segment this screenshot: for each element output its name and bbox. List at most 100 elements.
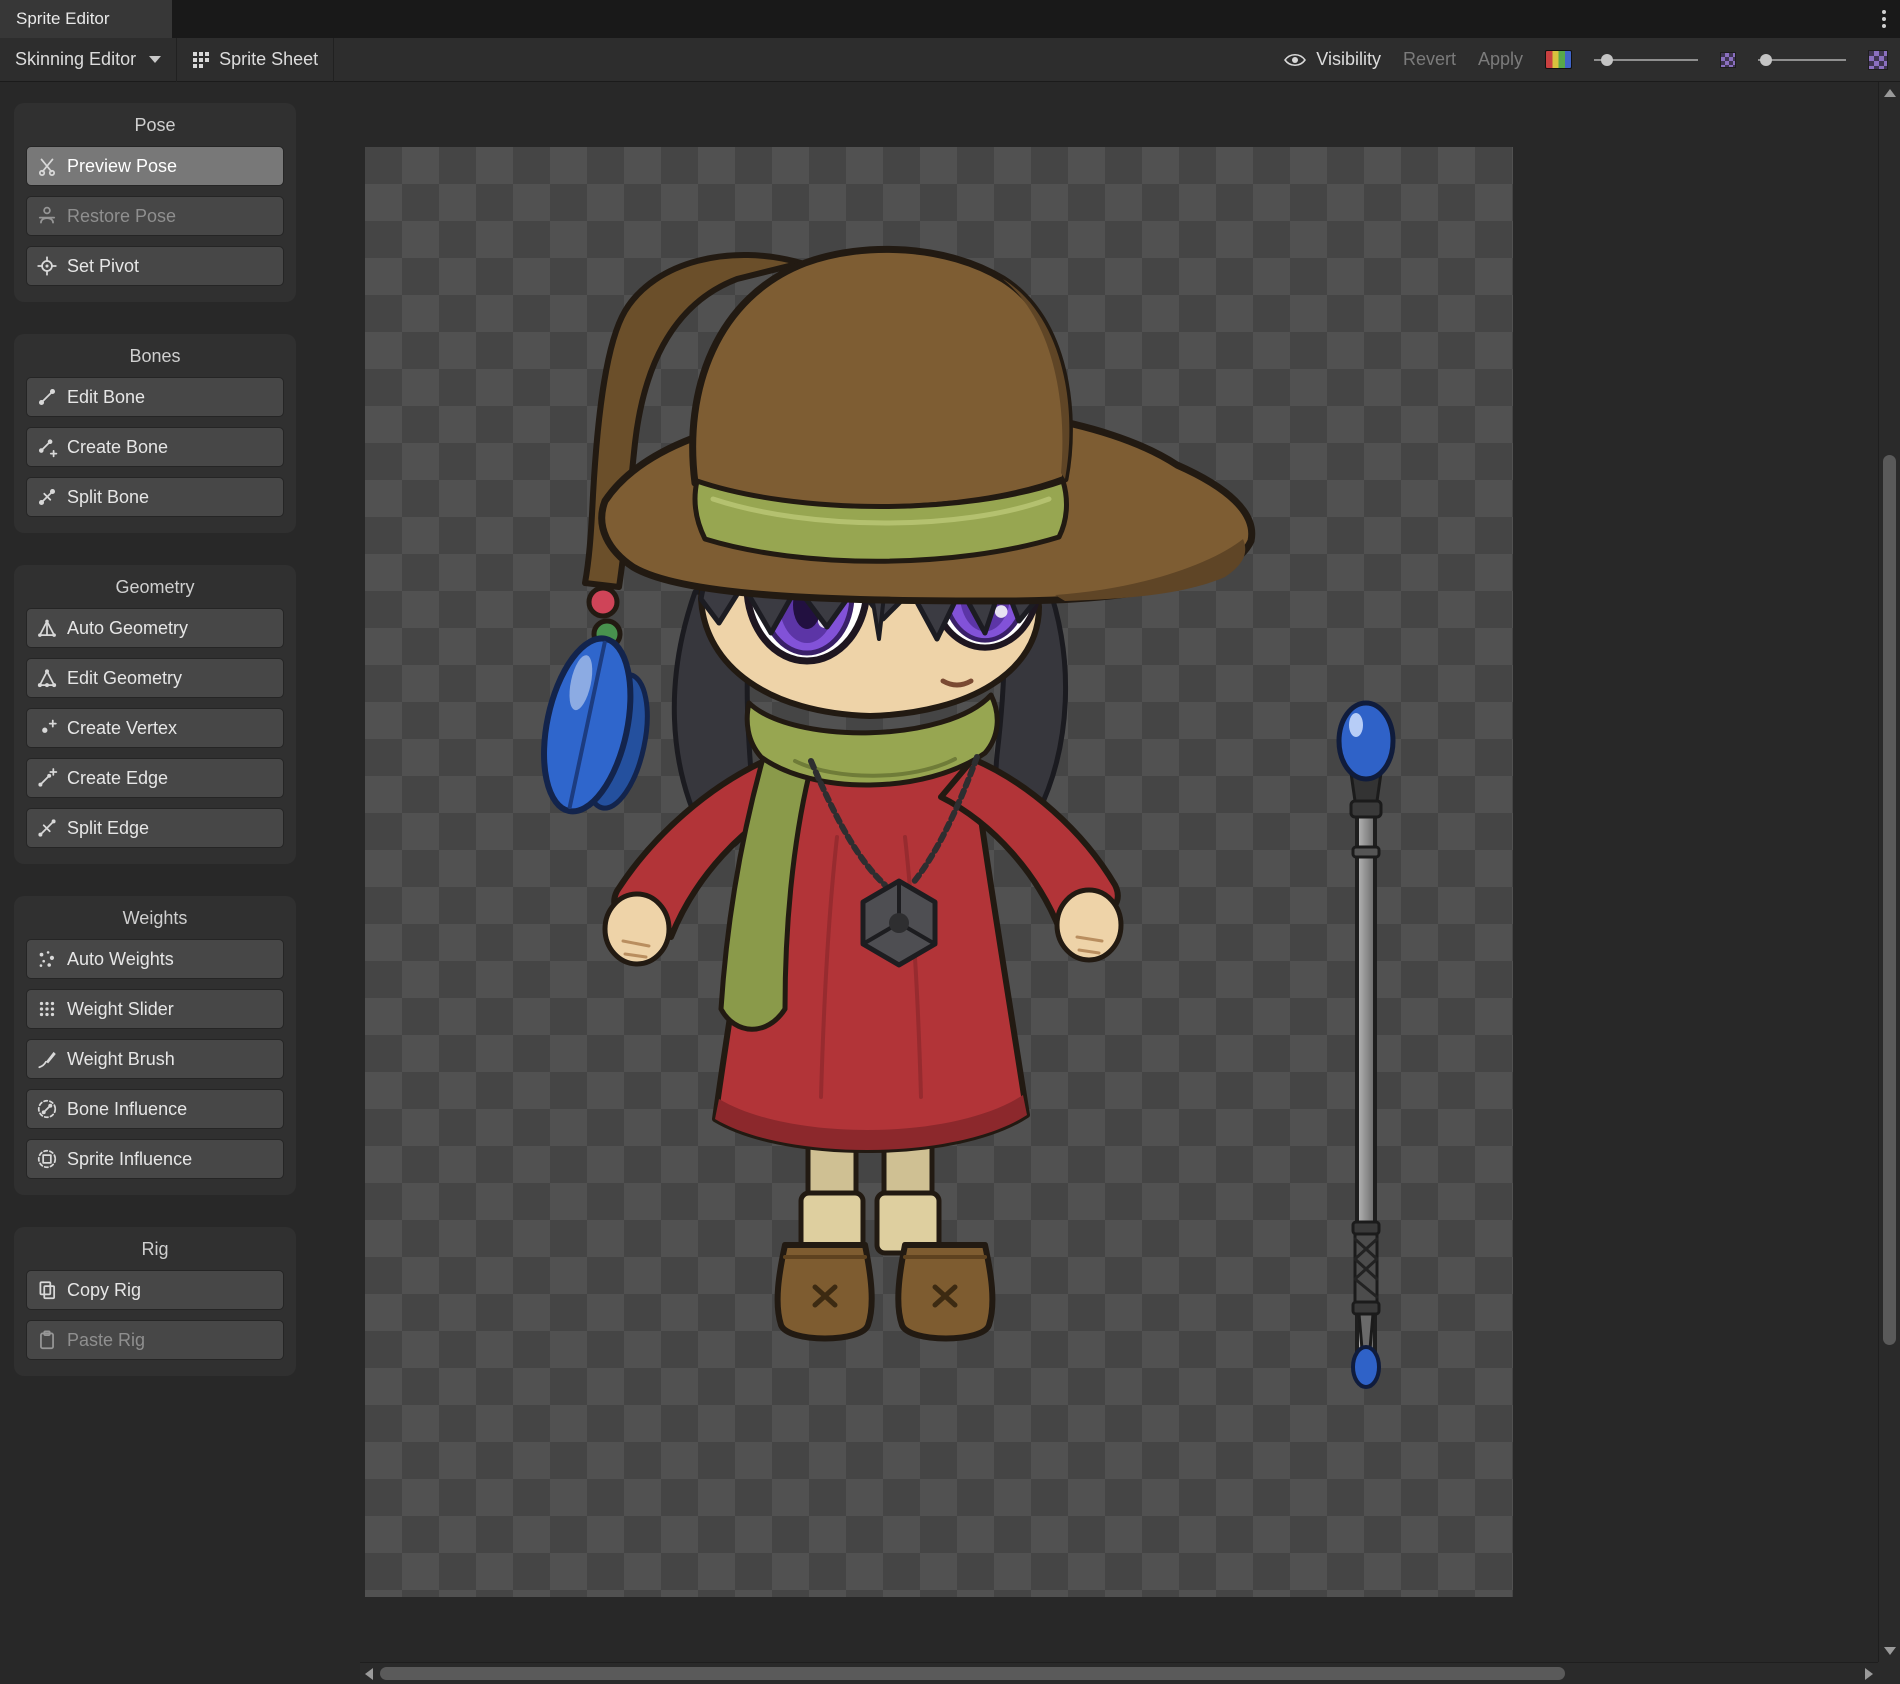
button-label: Weight Slider [67, 999, 174, 1020]
button-label: Auto Weights [67, 949, 174, 970]
create-edge-icon [36, 767, 58, 789]
restore-pose-icon [36, 205, 58, 227]
preview-pose-icon [36, 155, 58, 177]
restore-pose-button[interactable]: Restore Pose [26, 196, 284, 236]
scroll-right-arrow-icon[interactable] [1865, 1668, 1873, 1680]
button-label: Preview Pose [67, 156, 177, 177]
split-bone-icon [36, 486, 58, 508]
scroll-left-arrow-icon[interactable] [365, 1668, 373, 1680]
button-label: Sprite Influence [67, 1149, 192, 1170]
mode-dropdown-label: Skinning Editor [15, 49, 136, 70]
vertical-scrollbar[interactable] [1878, 82, 1900, 1662]
button-label: Split Bone [67, 487, 149, 508]
auto-weights-button[interactable]: Auto Weights [26, 939, 284, 979]
create-bone-button[interactable]: Create Bone [26, 427, 284, 467]
slider-knob[interactable] [1760, 54, 1772, 66]
sprite-editor-window: Sprite Editor Skinning Editor Sprite She… [0, 0, 1900, 1684]
vertical-scroll-thumb[interactable] [1883, 455, 1896, 1345]
auto-geometry-button[interactable]: Auto Geometry [26, 608, 284, 648]
mode-dropdown[interactable]: Skinning Editor [0, 38, 176, 81]
split-bone-button[interactable]: Split Bone [26, 477, 284, 517]
visibility-label: Visibility [1316, 49, 1381, 70]
visibility-button[interactable]: Visibility [1283, 49, 1381, 70]
section-geometry: Geometry Auto Geometry Edit Geometry [14, 565, 296, 864]
section-weights: Weights Auto Weights Weight Slider [14, 896, 296, 1195]
checker-pattern-icon[interactable] [1720, 52, 1736, 68]
apply-button[interactable]: Apply [1478, 49, 1523, 70]
scroll-down-arrow-icon[interactable] [1884, 1647, 1896, 1655]
chevron-down-icon [149, 56, 161, 63]
weight-brush-icon [36, 1048, 58, 1070]
section-title: Pose [26, 115, 284, 136]
staff-prop [1339, 703, 1393, 1387]
scrollbar-corner [1878, 1662, 1900, 1684]
toolbar-separator [333, 38, 334, 82]
bone-influence-button[interactable]: Bone Influence [26, 1089, 284, 1129]
section-pose: Pose Preview Pose Restore Pose [14, 103, 296, 302]
overlay-opacity-slider[interactable] [1594, 50, 1698, 70]
horizontal-scrollbar[interactable] [360, 1662, 1878, 1684]
button-label: Split Edge [67, 818, 149, 839]
pattern-opacity-slider[interactable] [1758, 50, 1846, 70]
button-label: Bone Influence [67, 1099, 187, 1120]
copy-rig-icon [36, 1279, 58, 1301]
create-edge-button[interactable]: Create Edge [26, 758, 284, 798]
sprite-influence-button[interactable]: Sprite Influence [26, 1139, 284, 1179]
edit-geometry-button[interactable]: Edit Geometry [26, 658, 284, 698]
checker-pattern-icon[interactable] [1868, 50, 1888, 70]
sprite-canvas[interactable] [365, 147, 1513, 1597]
button-label: Edit Geometry [67, 668, 182, 689]
wizard-girl-sprite [365, 147, 1513, 1597]
section-title: Bones [26, 346, 284, 367]
button-label: Copy Rig [67, 1280, 141, 1301]
button-label: Create Bone [67, 437, 168, 458]
window-title: Sprite Editor [16, 9, 110, 29]
weight-brush-button[interactable]: Weight Brush [26, 1039, 284, 1079]
button-label: Edit Bone [67, 387, 145, 408]
kebab-menu-icon[interactable] [1882, 10, 1886, 28]
eye-icon [1283, 52, 1307, 68]
set-pivot-icon [36, 255, 58, 277]
sprite-influence-icon [36, 1148, 58, 1170]
color-swatch-icon[interactable] [1545, 50, 1572, 69]
scroll-up-arrow-icon[interactable] [1884, 89, 1896, 97]
preview-pose-button[interactable]: Preview Pose [26, 146, 284, 186]
section-title: Weights [26, 908, 284, 929]
copy-rig-button[interactable]: Copy Rig [26, 1270, 284, 1310]
split-edge-button[interactable]: Split Edge [26, 808, 284, 848]
button-label: Create Edge [67, 768, 168, 789]
window-tab-bar: Sprite Editor [0, 0, 1900, 38]
section-bones: Bones Edit Bone Create Bone [14, 334, 296, 533]
section-title: Geometry [26, 577, 284, 598]
sprite-sheet-label: Sprite Sheet [219, 49, 318, 70]
button-label: Set Pivot [67, 256, 139, 277]
edit-bone-icon [36, 386, 58, 408]
slider-knob[interactable] [1601, 54, 1613, 66]
create-vertex-button[interactable]: Create Vertex [26, 708, 284, 748]
weight-slider-button[interactable]: Weight Slider [26, 989, 284, 1029]
auto-geometry-icon [36, 617, 58, 639]
auto-weights-icon [36, 948, 58, 970]
edit-geometry-icon [36, 667, 58, 689]
set-pivot-button[interactable]: Set Pivot [26, 246, 284, 286]
button-label: Auto Geometry [67, 618, 188, 639]
horizontal-scroll-thumb[interactable] [380, 1667, 1565, 1680]
sprite-sheet-button[interactable]: Sprite Sheet [177, 38, 333, 81]
button-label: Create Vertex [67, 718, 177, 739]
paste-rig-button[interactable]: Paste Rig [26, 1320, 284, 1360]
tab-sprite-editor[interactable]: Sprite Editor [0, 0, 172, 38]
paste-rig-icon [36, 1329, 58, 1351]
bone-influence-icon [36, 1098, 58, 1120]
create-bone-icon [36, 436, 58, 458]
button-label: Paste Rig [67, 1330, 145, 1351]
section-rig: Rig Copy Rig Paste Rig [14, 1227, 296, 1376]
tool-sidebar: Pose Preview Pose Restore Pose [14, 103, 296, 1376]
button-label: Restore Pose [67, 206, 176, 227]
grid-icon [192, 51, 210, 69]
revert-button[interactable]: Revert [1403, 49, 1456, 70]
edit-bone-button[interactable]: Edit Bone [26, 377, 284, 417]
section-title: Rig [26, 1239, 284, 1260]
weight-slider-icon [36, 998, 58, 1020]
toolbar: Skinning Editor Sprite Sheet [0, 38, 1900, 82]
feather-charm [530, 631, 664, 824]
